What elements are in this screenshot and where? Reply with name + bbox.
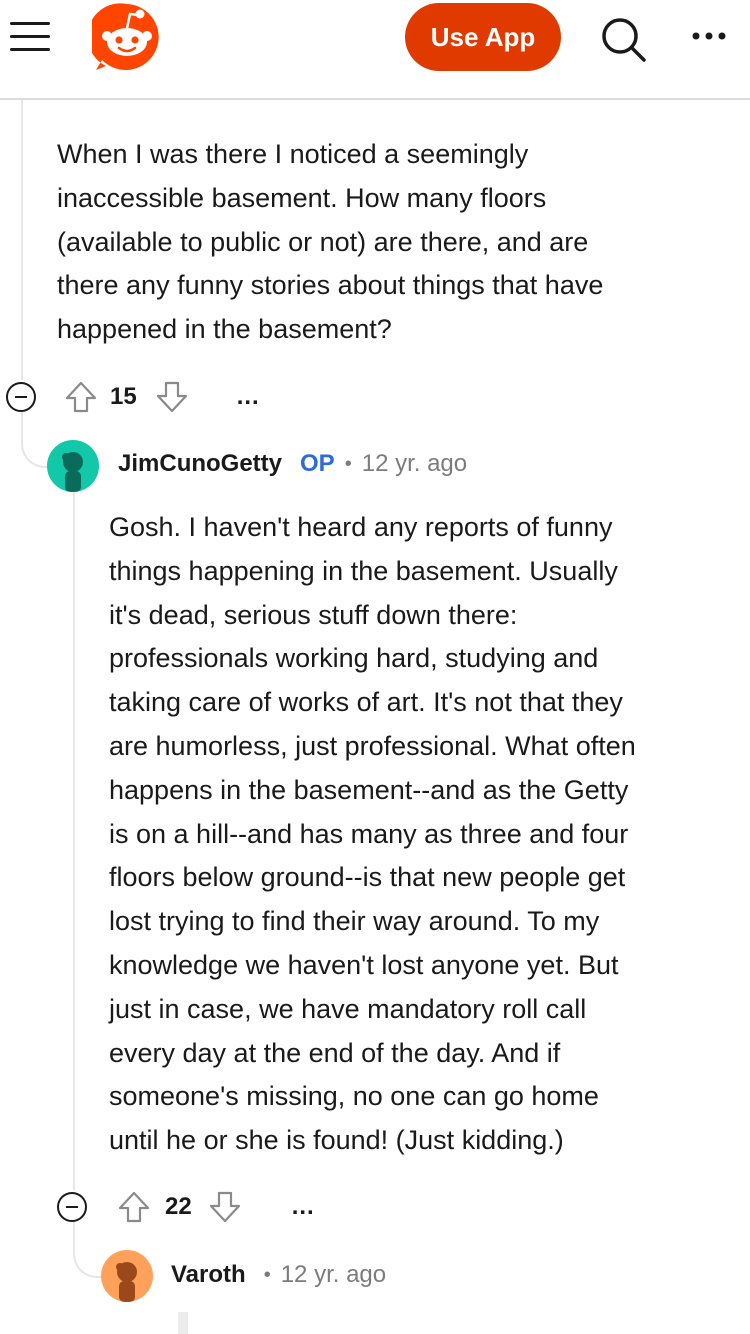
thread-line-reply xyxy=(73,492,75,1190)
next-reply-author-row: Varoth • 12 yr. ago xyxy=(171,1261,386,1289)
use-app-button[interactable]: Use App xyxy=(405,3,561,71)
username[interactable]: Varoth xyxy=(171,1261,246,1289)
timestamp: 12 yr. ago xyxy=(361,450,468,477)
header-divider xyxy=(0,98,750,100)
more-actions-button[interactable]: ... xyxy=(237,383,260,411)
separator-dot: • xyxy=(263,1263,271,1286)
reply-author-row: JimCunoGetty OP • 12 yr. ago xyxy=(118,450,467,478)
parent-comment-actions: 15 ... xyxy=(6,380,260,414)
reply-comment-actions: 22 ... xyxy=(57,1190,315,1224)
op-badge: OP xyxy=(300,450,335,477)
thread-line-next-reply xyxy=(178,1312,188,1334)
upvote-icon[interactable] xyxy=(117,1190,151,1224)
vote-count: 22 xyxy=(165,1193,192,1220)
more-actions-button[interactable]: ... xyxy=(292,1193,315,1221)
separator-dot: • xyxy=(344,452,352,475)
reply-comment-body: Gosh. I haven't heard any reports of fun… xyxy=(109,512,636,1156)
hamburger-menu-icon[interactable] xyxy=(10,20,50,54)
collapse-thread-button[interactable] xyxy=(6,382,36,412)
thread-line-parent-top xyxy=(21,100,23,380)
timestamp: 12 yr. ago xyxy=(280,1261,387,1288)
collapse-thread-button[interactable] xyxy=(57,1192,87,1222)
avatar[interactable] xyxy=(101,1250,153,1302)
username[interactable]: JimCunoGetty xyxy=(118,450,282,478)
vote-count: 15 xyxy=(110,383,137,410)
upvote-icon[interactable] xyxy=(64,380,98,414)
thread-connector-next-reply xyxy=(73,1222,105,1278)
downvote-icon[interactable] xyxy=(155,380,189,414)
more-options-icon[interactable] xyxy=(690,24,730,48)
downvote-icon[interactable] xyxy=(208,1190,242,1224)
parent-comment-body: When I was there I noticed a seemingly i… xyxy=(57,139,604,345)
reddit-logo-icon[interactable] xyxy=(87,2,162,72)
top-app-bar: Use App xyxy=(0,0,750,99)
avatar[interactable] xyxy=(47,440,99,492)
search-icon[interactable] xyxy=(598,14,648,64)
